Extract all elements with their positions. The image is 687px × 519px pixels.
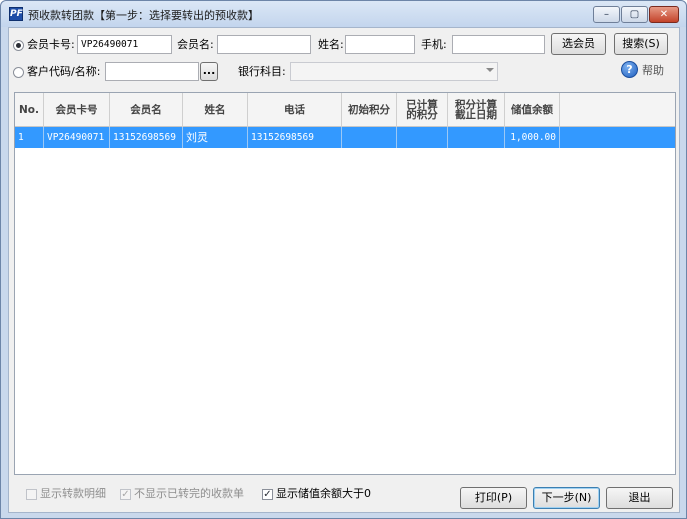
dialog-client-area: 会员卡号: VP26490071 会员名: 姓名: 手机: 选会员 搜索(S) … bbox=[8, 27, 680, 513]
show-balance-label: 显示储值余额大于0 bbox=[276, 487, 371, 500]
grid-header: No. 会员卡号 会员名 姓名 电话 初始积分 已计算的积分 积分计算截止日期 … bbox=[15, 93, 675, 127]
help-icon[interactable]: ? bbox=[621, 61, 638, 78]
browse-customer-button[interactable]: ... bbox=[200, 62, 218, 81]
main-window: PF 预收款转团款【第一步：选择要转出的预收款】 – ▢ ✕ 会员卡号: VP2… bbox=[0, 0, 687, 519]
column-header-stored-balance[interactable]: 储值余额 bbox=[505, 93, 560, 127]
select-member-button[interactable]: 选会员 bbox=[551, 33, 606, 55]
column-header-name[interactable]: 姓名 bbox=[183, 93, 248, 127]
customer-code-input[interactable] bbox=[105, 62, 199, 81]
member-name-label: 会员名: bbox=[177, 38, 214, 51]
show-detail-checkbox[interactable] bbox=[26, 489, 37, 500]
customer-code-radio[interactable] bbox=[13, 67, 24, 78]
cell-stored-balance: 1,000.00 bbox=[505, 127, 560, 148]
member-name-input[interactable] bbox=[217, 35, 311, 54]
cell-name: 刘灵 bbox=[183, 127, 248, 148]
app-icon: PF bbox=[9, 7, 23, 21]
bank-account-select[interactable] bbox=[290, 62, 498, 81]
member-card-radio[interactable] bbox=[13, 40, 24, 51]
help-label[interactable]: 帮助 bbox=[642, 64, 664, 78]
cell-points-cutoff-date bbox=[448, 127, 505, 148]
cell-member-name: 13152698569 bbox=[110, 127, 183, 148]
column-header-calculated-points[interactable]: 已计算的积分 bbox=[397, 93, 448, 127]
name-label: 姓名: bbox=[318, 38, 344, 51]
print-button[interactable]: 打印(P) bbox=[460, 487, 527, 509]
member-card-label: 会员卡号: bbox=[27, 38, 75, 51]
exit-button[interactable]: 退出 bbox=[606, 487, 673, 509]
mobile-label: 手机: bbox=[421, 38, 447, 51]
mobile-input[interactable] bbox=[452, 35, 545, 54]
bank-account-dropdown-toggle[interactable] bbox=[479, 62, 498, 81]
title-bar[interactable]: PF 预收款转团款【第一步：选择要转出的预收款】 – ▢ ✕ bbox=[1, 1, 686, 27]
close-button[interactable]: ✕ bbox=[649, 6, 679, 23]
show-detail-label: 显示转款明细 bbox=[40, 487, 106, 500]
hide-transferred-label: 不显示已转完的收款单 bbox=[134, 487, 244, 500]
column-header-phone[interactable]: 电话 bbox=[248, 93, 342, 127]
cell-phone: 13152698569 bbox=[248, 127, 342, 148]
cell-calculated-points bbox=[397, 127, 448, 148]
show-balance-checkbox[interactable]: ✓ bbox=[262, 489, 273, 500]
name-input[interactable] bbox=[345, 35, 415, 54]
maximize-button[interactable]: ▢ bbox=[621, 6, 648, 23]
member-card-input[interactable]: VP26490071 bbox=[77, 35, 172, 54]
column-header-no[interactable]: No. bbox=[15, 93, 44, 127]
hide-transferred-checkbox[interactable]: ✓ bbox=[120, 489, 131, 500]
window-title: 预收款转团款【第一步：选择要转出的预收款】 bbox=[28, 9, 259, 22]
customer-code-label: 客户代码/名称: bbox=[27, 65, 101, 78]
chevron-down-icon bbox=[486, 68, 494, 72]
table-row[interactable]: 1 VP26490071 13152698569 刘灵 13152698569 … bbox=[15, 127, 675, 148]
column-header-card-no[interactable]: 会员卡号 bbox=[44, 93, 110, 127]
column-header-initial-points[interactable]: 初始积分 bbox=[342, 93, 397, 127]
cell-card-no: VP26490071 bbox=[44, 127, 110, 148]
cell-initial-points bbox=[342, 127, 397, 148]
column-header-points-cutoff-date[interactable]: 积分计算截止日期 bbox=[448, 93, 505, 127]
bank-account-label: 银行科目: bbox=[238, 65, 286, 78]
search-button[interactable]: 搜索(S) bbox=[614, 33, 668, 55]
cell-no: 1 bbox=[15, 127, 44, 148]
prepayment-grid: No. 会员卡号 会员名 姓名 电话 初始积分 已计算的积分 积分计算截止日期 … bbox=[14, 92, 676, 475]
next-step-button[interactable]: 下一步(N) bbox=[533, 487, 600, 509]
column-header-member-name[interactable]: 会员名 bbox=[110, 93, 183, 127]
minimize-button[interactable]: – bbox=[593, 6, 620, 23]
